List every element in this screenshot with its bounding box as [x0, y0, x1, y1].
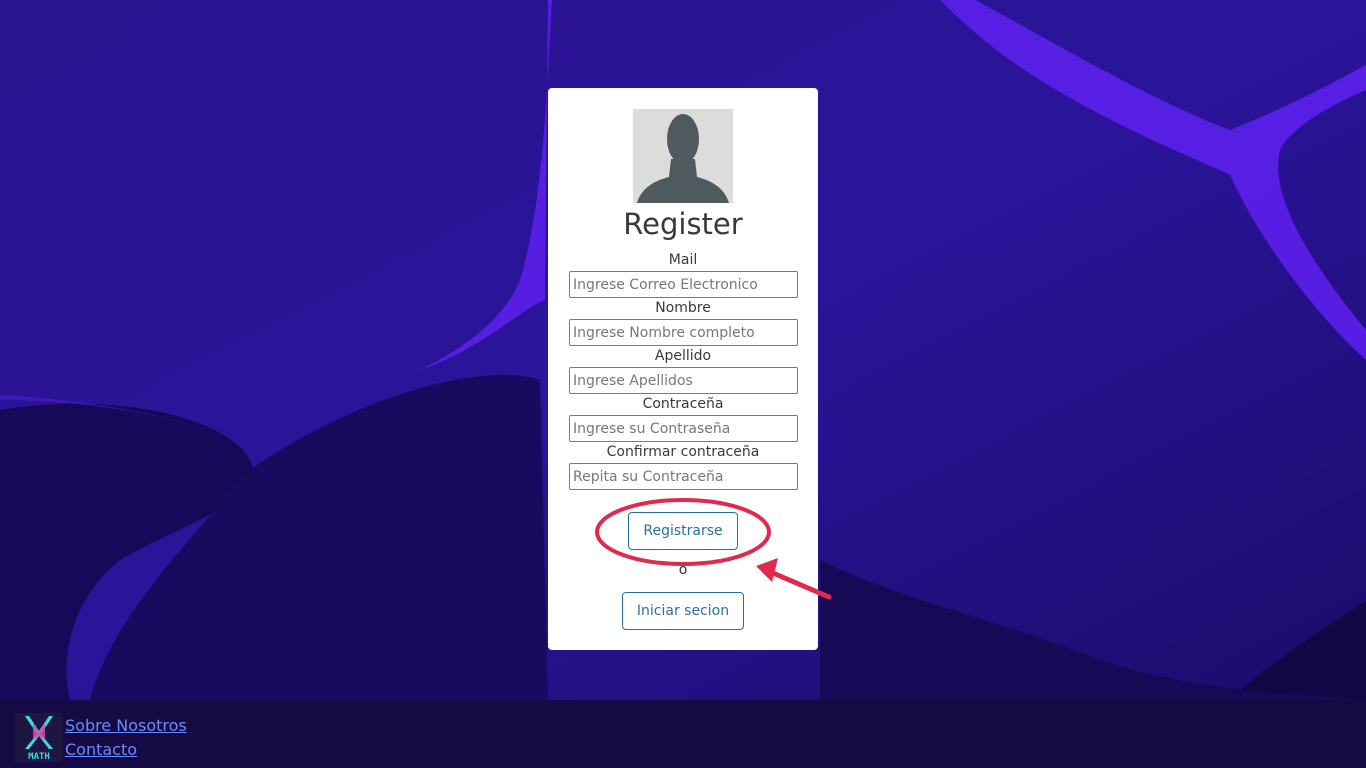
- password-label: Contraceña: [642, 396, 724, 412]
- about-us-link[interactable]: Sobre Nosotros: [65, 716, 187, 736]
- mail-label: Mail: [668, 252, 698, 268]
- mail-input[interactable]: [569, 271, 798, 298]
- nombre-input[interactable]: [569, 319, 798, 346]
- footer: MATH Sobre Nosotros Contacto: [0, 700, 1366, 768]
- apellido-label: Apellido: [654, 348, 712, 364]
- math-logo: MATH: [15, 713, 63, 762]
- contact-link[interactable]: Contacto: [65, 740, 137, 760]
- confirm-password-input[interactable]: [569, 463, 798, 490]
- page-title: Register: [623, 207, 743, 241]
- apellido-input[interactable]: [569, 367, 798, 394]
- avatar-placeholder: [633, 109, 733, 203]
- nombre-label: Nombre: [655, 300, 711, 316]
- login-button[interactable]: Iniciar secion: [622, 592, 744, 630]
- or-separator: o: [678, 562, 688, 578]
- register-card: Register Mail Nombre Apellido Contraceña…: [548, 88, 818, 650]
- password-input[interactable]: [569, 415, 798, 442]
- confirm-password-label: Confirmar contraceña: [606, 444, 760, 460]
- user-silhouette-icon: [637, 114, 729, 203]
- svg-text:MATH: MATH: [28, 752, 50, 762]
- register-button[interactable]: Registrarse: [628, 512, 738, 550]
